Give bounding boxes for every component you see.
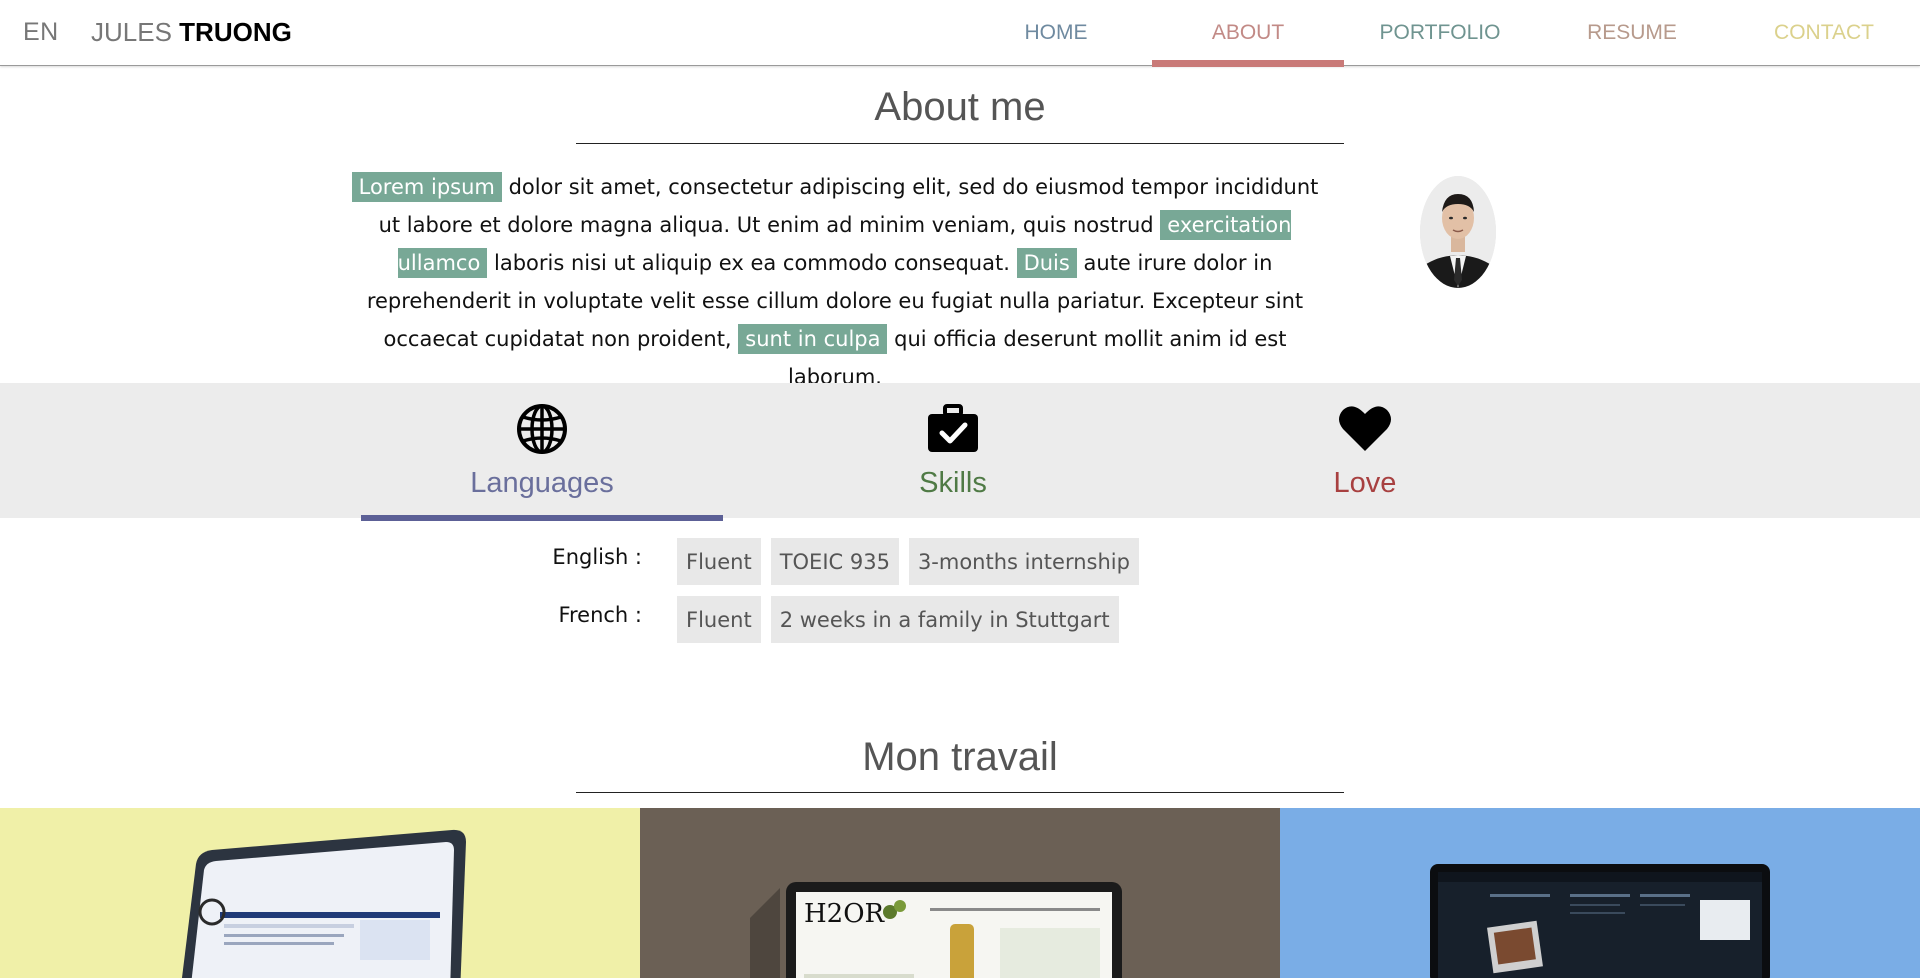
chip-french-fluent: Fluent bbox=[677, 596, 761, 643]
chip-english-fluent: Fluent bbox=[677, 538, 761, 585]
nav-portfolio[interactable]: PORTFOLIO bbox=[1344, 0, 1536, 66]
language-switch[interactable]: EN bbox=[23, 18, 59, 47]
highlighted-phrase: Duis bbox=[1016, 248, 1077, 278]
english-chips: Fluent TOEIC 935 3-months internship bbox=[677, 538, 1139, 585]
tab-skills[interactable]: Skills bbox=[772, 383, 1134, 523]
chip-french-stuttgart: 2 weeks in a family in Stuttgart bbox=[770, 596, 1119, 643]
avatar bbox=[1420, 176, 1496, 288]
nav-home-label: HOME bbox=[1024, 21, 1088, 44]
nav-resume[interactable]: RESUME bbox=[1536, 0, 1728, 66]
main-nav: HOME ABOUT PORTFOLIO RESUME CONTACT bbox=[960, 0, 1920, 67]
active-tab-underline bbox=[361, 515, 723, 521]
brand-last-name: TRUONG bbox=[179, 17, 292, 47]
nav-about[interactable]: ABOUT bbox=[1152, 0, 1344, 67]
french-label: French : bbox=[558, 603, 642, 627]
portfolio-tile-osmoz[interactable] bbox=[0, 808, 640, 978]
highlighted-phrase: Lorem ipsum bbox=[351, 172, 502, 202]
briefcase-check-icon bbox=[928, 404, 978, 452]
nav-portfolio-label: PORTFOLIO bbox=[1379, 21, 1501, 44]
work-title: Mon travail bbox=[862, 735, 1058, 779]
about-paragraph: Lorem ipsum dolor sit amet, consectetur … bbox=[340, 168, 1330, 396]
heart-icon bbox=[1339, 406, 1391, 451]
work-title-rule bbox=[576, 792, 1344, 793]
chip-english-toeic: TOEIC 935 bbox=[770, 538, 899, 585]
nav-about-label: ABOUT bbox=[1211, 21, 1285, 44]
paragraph-text: laboris nisi ut aliquip ex ea commodo co… bbox=[487, 251, 1017, 275]
laptop-screenshot-image: H2OR bbox=[750, 882, 1122, 978]
about-title-rule bbox=[576, 143, 1344, 144]
tab-love[interactable]: Love bbox=[1184, 383, 1546, 523]
tab-skills-label: Skills bbox=[919, 467, 987, 499]
nav-contact-label: CONTACT bbox=[1774, 21, 1874, 44]
top-navbar: EN JULES TRUONG HOME ABOUT PORTFOLIO RES… bbox=[0, 0, 1920, 67]
laptop-screenshot-image bbox=[181, 829, 466, 978]
laptop-screenshot-image bbox=[1430, 864, 1770, 978]
nav-contact[interactable]: CONTACT bbox=[1728, 0, 1920, 66]
svg-text:H2OR: H2OR bbox=[804, 899, 886, 929]
english-label: English : bbox=[552, 545, 642, 569]
tab-languages-label: Languages bbox=[470, 467, 614, 499]
globe-icon bbox=[517, 404, 567, 454]
portfolio-tile-h2or[interactable]: H2OR bbox=[640, 808, 1280, 978]
chip-english-internship: 3-months internship bbox=[908, 538, 1139, 585]
french-chips: Fluent 2 weeks in a family in Stuttgart bbox=[677, 596, 1119, 643]
nav-home[interactable]: HOME bbox=[960, 0, 1152, 66]
about-title: About me bbox=[874, 85, 1046, 129]
brand-logo[interactable]: JULES TRUONG bbox=[91, 17, 292, 48]
active-nav-indicator bbox=[1152, 60, 1344, 67]
tab-languages[interactable]: Languages bbox=[361, 383, 723, 523]
brand-first-name: JULES bbox=[91, 17, 172, 47]
highlighted-phrase: sunt in culpa bbox=[738, 324, 888, 354]
portfolio-tile-dark-site[interactable] bbox=[1280, 808, 1920, 978]
nav-resume-label: RESUME bbox=[1587, 21, 1677, 44]
tab-love-label: Love bbox=[1333, 467, 1397, 499]
